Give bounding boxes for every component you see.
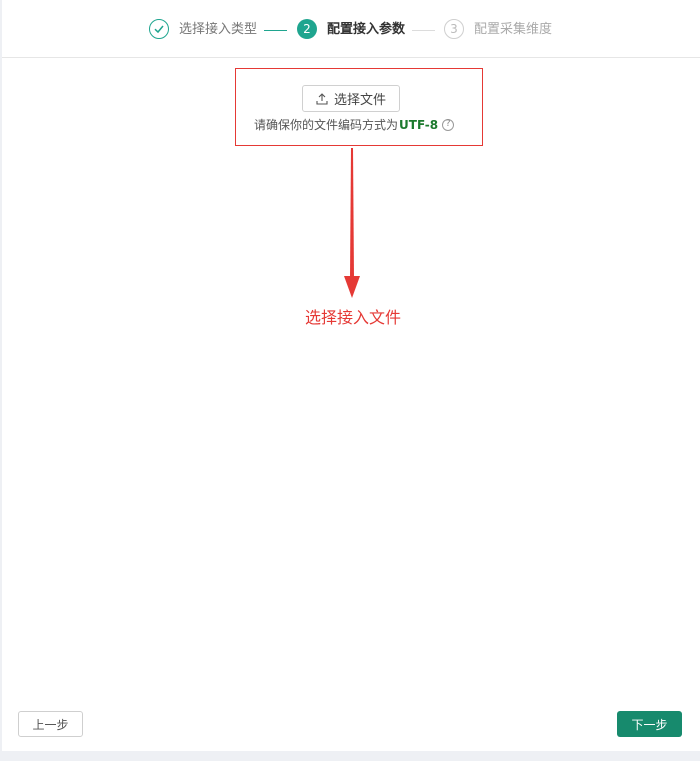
check-icon: [154, 25, 164, 34]
select-file-button[interactable]: 选择文件: [302, 85, 400, 112]
annotation-label: 选择接入文件: [305, 308, 402, 327]
encoding-hint-text: 请确保你的文件编码方式为: [254, 118, 399, 132]
step-1-check-icon: [149, 19, 169, 39]
next-step-button[interactable]: 下一步: [617, 711, 682, 737]
step-connector-2: [412, 30, 435, 31]
select-file-label: 选择文件: [333, 93, 386, 108]
step-3-label: 配置采集维度: [474, 22, 553, 37]
step-2-label: 配置接入参数: [327, 22, 406, 37]
encoding-hint: 请确保你的文件编码方式为 UTF-8 ?: [254, 116, 455, 133]
step-3-number: 3: [444, 19, 464, 39]
previous-step-button[interactable]: 上一步: [18, 711, 83, 737]
annotation-arrow: [344, 148, 360, 298]
app-frame: 选择接入类型 2 配置接入参数 3 配置采集维度 选择文件 请确保你的文件编码方…: [2, 0, 700, 751]
encoding-value: UTF-8: [399, 117, 439, 132]
step-1-label: 选择接入类型: [179, 22, 258, 37]
step-progress-bar: 选择接入类型 2 配置接入参数 3 配置采集维度: [2, 0, 700, 58]
step-2-number: 2: [297, 19, 317, 39]
question-circle-icon[interactable]: ?: [442, 118, 455, 131]
step-connector-1: [264, 30, 287, 31]
upload-icon: [316, 92, 328, 105]
